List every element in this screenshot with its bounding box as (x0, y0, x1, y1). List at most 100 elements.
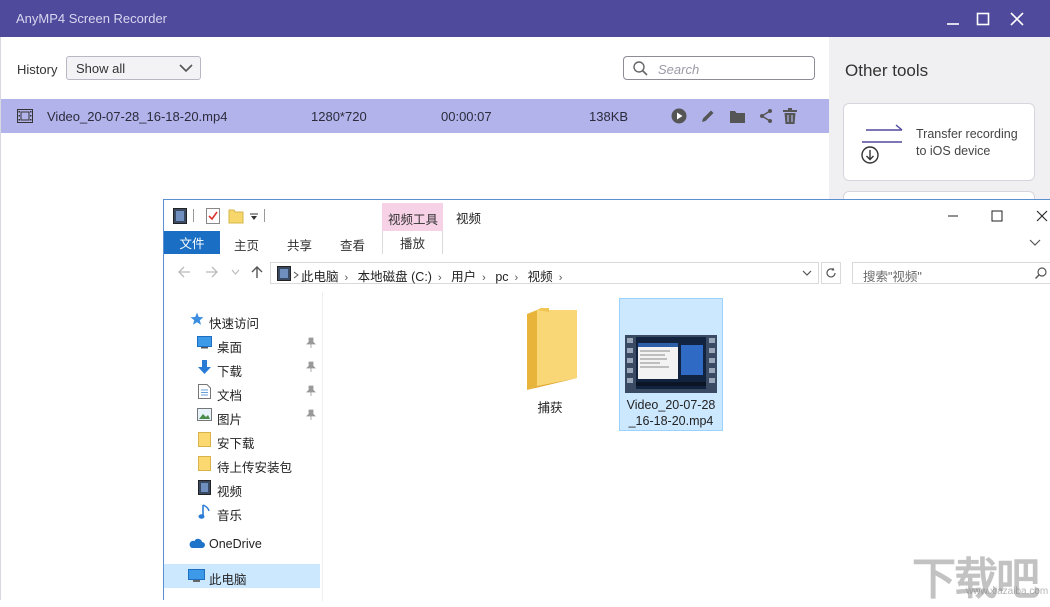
back-arrow-icon[interactable] (177, 265, 191, 279)
explorer-minimize-button[interactable] (933, 205, 973, 227)
explorer-search-placeholder: 搜索"视频" (863, 270, 922, 284)
share-icon (760, 109, 772, 123)
open-folder-button[interactable] (728, 107, 746, 125)
watermark-url: www.xiazaiba.com (966, 586, 1049, 597)
search-placeholder: Search (658, 62, 700, 77)
breadcrumb: 此电脑 › 本地磁盘 (C:) › 用户 › pc › 视频 › (301, 270, 563, 284)
explorer-search-input[interactable]: 搜索"视频" (852, 262, 1050, 284)
expand-ribbon-icon[interactable] (1029, 239, 1041, 247)
explorer-titlebar: 视频工具 视频 (164, 200, 1050, 231)
play-button[interactable] (670, 107, 688, 125)
folder-icon (729, 110, 745, 123)
address-bar[interactable]: 此电脑 › 本地磁盘 (C:) › 用户 › pc › 视频 › (270, 262, 819, 284)
nav-onedrive-label: OneDrive (209, 537, 262, 551)
nav-music[interactable]: 音乐 (164, 500, 322, 524)
download-arrow-icon (198, 360, 211, 374)
nav-videos[interactable]: 视频 (164, 476, 322, 500)
minimize-icon (947, 23, 959, 25)
chevron-down-icon (179, 64, 193, 73)
tab-view[interactable]: 查看 (340, 235, 365, 254)
maximize-icon (976, 12, 990, 26)
nav-pending-packages-label: 待上传安装包 (217, 461, 293, 475)
edit-icon (702, 110, 714, 122)
explorer-maximize-button[interactable] (977, 205, 1017, 227)
new-folder-icon[interactable] (228, 208, 244, 224)
nav-an-download[interactable]: 安下载 (164, 428, 322, 452)
transfer-ios-icon (861, 124, 903, 164)
video-file-item[interactable]: Video_20-07-28 _16-18-20.mp4 (619, 298, 723, 431)
customize-toolbar-icon[interactable] (249, 213, 259, 221)
ribbon-tabs: 文件 主页 共享 查看 播放 (164, 231, 1050, 255)
minimize-icon (948, 215, 958, 217)
close-button[interactable] (1002, 6, 1032, 32)
close-icon (1036, 210, 1048, 222)
edit-button[interactable] (699, 107, 717, 125)
cloud-icon (189, 538, 205, 548)
video-file-icon (17, 109, 33, 123)
breadcrumb-this-pc[interactable]: 此电脑 (301, 270, 339, 284)
maximize-icon (991, 210, 1003, 222)
properties-icon[interactable] (206, 208, 220, 224)
nav-desktop[interactable]: 桌面 (164, 332, 322, 356)
nav-pending-packages[interactable]: 待上传安装包 (164, 452, 322, 476)
tab-play[interactable]: 播放 (382, 231, 443, 254)
video-folder-icon (198, 480, 211, 495)
recording-duration: 00:00:07 (441, 109, 492, 124)
nav-pictures-label: 图片 (217, 413, 243, 427)
tab-file[interactable]: 文件 (164, 231, 220, 254)
breadcrumb-videos[interactable]: 视频 (528, 270, 553, 284)
pin-icon (306, 361, 316, 372)
nav-onedrive[interactable]: OneDrive (164, 532, 322, 556)
recording-name: Video_20-07-28_16-18-20.mp4 (47, 109, 228, 124)
folder-item[interactable]: 捕获 (503, 298, 597, 418)
transfer-label-line2: to iOS device (916, 144, 991, 158)
forward-arrow-icon[interactable] (205, 265, 219, 279)
delete-button[interactable] (781, 107, 799, 125)
video-file-name: Video_20-07-28 _16-18-20.mp4 (620, 397, 722, 429)
other-tools-title: Other tools (845, 61, 929, 80)
transfer-label-line1: Transfer recording (916, 127, 1018, 141)
nav-an-download-label: 安下载 (217, 437, 255, 451)
maximize-button[interactable] (968, 6, 998, 32)
up-arrow-icon[interactable] (250, 265, 264, 279)
folder-icon (198, 432, 211, 447)
pin-icon (306, 409, 316, 420)
recent-locations-icon[interactable] (231, 269, 240, 275)
history-filter-dropdown[interactable]: Show all (66, 56, 201, 80)
watermark-logo: 下载吧 (912, 555, 1040, 604)
folder-name: 捕获 (537, 401, 563, 415)
nav-documents[interactable]: 文档 (164, 380, 322, 404)
breadcrumb-local-disk[interactable]: 本地磁盘 (C:) (358, 270, 432, 284)
refresh-button[interactable] (821, 262, 841, 284)
video-folder-icon (277, 266, 291, 281)
history-filter-value: Show all (76, 61, 126, 76)
search-icon (633, 61, 648, 76)
nav-quick-access[interactable]: 快速访问 (164, 308, 322, 332)
tab-share[interactable]: 共享 (287, 235, 312, 254)
transfer-to-ios-card[interactable]: Transfer recording to iOS device (843, 103, 1035, 181)
video-folder-icon (173, 208, 187, 224)
search-input[interactable]: Search (623, 56, 815, 80)
delete-icon (783, 107, 797, 124)
tab-home[interactable]: 主页 (234, 235, 259, 254)
music-note-icon (198, 504, 210, 519)
nav-desktop-label: 桌面 (217, 341, 243, 355)
nav-this-pc[interactable]: 此电脑 (164, 564, 320, 588)
folder-icon (527, 308, 577, 390)
address-dropdown-icon[interactable] (802, 270, 812, 277)
explorer-close-button[interactable] (1022, 205, 1050, 227)
document-icon (198, 384, 211, 399)
breadcrumb-pc[interactable]: pc (495, 270, 508, 284)
breadcrumb-users[interactable]: 用户 (451, 270, 476, 284)
video-file-name-line1: Video_20-07-28 (626, 398, 716, 412)
history-label: History (17, 62, 58, 77)
folder-icon (198, 456, 211, 471)
nav-pictures[interactable]: 图片 (164, 404, 322, 428)
navigation-pane: 快速访问 桌面 下载 文档 图片 安下载 待上传安装包 视频 音乐 OneDri… (164, 292, 323, 601)
recording-row[interactable]: Video_20-07-28_16-18-20.mp4 1280*720 00:… (1, 99, 830, 133)
share-button[interactable] (757, 107, 775, 125)
nav-music-label: 音乐 (217, 509, 243, 523)
nav-downloads[interactable]: 下载 (164, 356, 322, 380)
desktop-icon (197, 336, 212, 349)
minimize-button[interactable] (938, 6, 968, 32)
